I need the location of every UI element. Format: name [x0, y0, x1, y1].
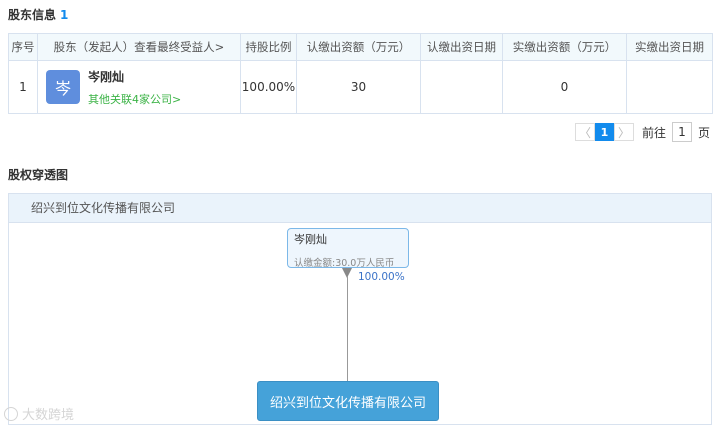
col-header-ratio: 持股比例 — [240, 33, 297, 61]
shareholders-table: 序号 股东（发起人）查看最终受益人> 持股比例 认缴出资额（万元） 认缴出资日期… — [8, 33, 713, 114]
row-paid-amount: 0 — [502, 60, 627, 114]
shareholders-title: 股东信息 — [8, 8, 57, 22]
col-header-subscribed-amount: 认缴出资额（万元） — [296, 33, 421, 61]
shareholders-section-title: 股东信息 1 — [8, 6, 68, 23]
equity-chart: 绍兴到位文化传播有限公司 岑刚灿 认缴金额:30.0万人民币 100.00% 绍… — [8, 193, 712, 425]
current-page-button[interactable]: 1 — [594, 123, 614, 141]
equity-chart-title: 股权穿透图 — [8, 168, 69, 182]
related-companies-link[interactable]: 其他关联4家公司> — [88, 91, 181, 107]
watermark: 大数跨境 — [4, 404, 74, 423]
connector-line — [347, 276, 348, 381]
row-index: 1 — [8, 60, 38, 114]
row-subscribed-date — [420, 60, 503, 114]
goto-label: 前往 — [641, 125, 666, 140]
watermark-text: 大数跨境 — [22, 408, 75, 423]
pagination: 〈 1 〉 前往 1 页 — [574, 122, 710, 142]
page-suffix: 页 — [697, 125, 710, 140]
table-header-row: 序号 股东（发起人）查看最终受益人> 持股比例 认缴出资额（万元） 认缴出资日期… — [8, 33, 713, 61]
col-header-holder[interactable]: 股东（发起人）查看最终受益人> — [37, 33, 241, 61]
holder-name[interactable]: 岑刚灿 — [88, 68, 181, 85]
shareholder-node[interactable]: 岑刚灿 认缴金额:30.0万人民币 — [287, 228, 409, 269]
table-row: 1 岑 岑刚灿 其他关联4家公司> 100.00% 30 0 — [8, 60, 713, 114]
shareholder-node-name: 岑刚灿 — [294, 233, 327, 246]
col-header-paid-date: 实缴出资日期 — [626, 33, 713, 61]
row-paid-date — [626, 60, 713, 114]
col-header-index: 序号 — [8, 33, 38, 61]
watermark-logo-icon — [4, 406, 18, 421]
avatar[interactable]: 岑 — [46, 70, 80, 104]
prev-page-button[interactable]: 〈 — [574, 123, 595, 141]
row-ratio: 100.00% — [240, 60, 297, 114]
page-number-input[interactable]: 1 — [671, 122, 692, 142]
chart-company-header: 绍兴到位文化传播有限公司 — [9, 194, 711, 223]
row-subscribed-amount: 30 — [296, 60, 421, 114]
shareholders-count: 1 — [60, 8, 69, 22]
shareholder-node-amount: 认缴金额:30.0万人民币 — [294, 258, 395, 269]
col-header-subscribed-date: 认缴出资日期 — [420, 33, 503, 61]
company-node[interactable]: 绍兴到位文化传播有限公司 — [257, 381, 439, 421]
equity-percentage: 100.00% — [358, 271, 405, 283]
col-header-paid-amount: 实缴出资额（万元） — [502, 33, 627, 61]
holder-cell: 岑 岑刚灿 其他关联4家公司> — [37, 60, 241, 114]
next-page-button[interactable]: 〉 — [613, 123, 634, 141]
